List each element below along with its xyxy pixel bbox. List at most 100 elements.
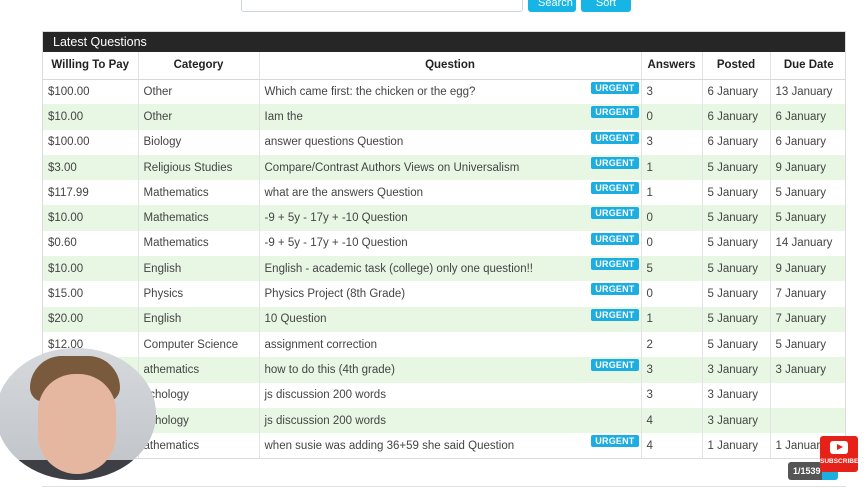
posted-cell: 5 January [702,154,771,181]
answers-cell: 1 [641,180,703,206]
table-row[interactable]: $10.00 Mathematics -9 + 5y - 17y + -10 Que… [43,205,845,231]
question-text[interactable]: how to do this (4th grade) [265,364,395,376]
category-cell: Physics [138,281,260,307]
answers-cell: 2 [641,331,703,358]
column-header-pay[interactable]: Willing To Pay [43,52,139,80]
answers-cell: 0 [641,230,703,257]
due-date-cell: 14 January [770,230,845,257]
table-row[interactable]: ychology js discussion 200 words 3 3 Januar… [43,382,845,408]
question-cell[interactable]: English - academic task (college) only o… [259,256,642,282]
pay-cell: $3.00 [43,154,139,181]
search-button[interactable]: Search [528,0,576,12]
question-cell[interactable]: -9 + 5y - 17y + -10 Question URGENT [259,205,642,231]
due-date-cell: 5 January [770,331,845,358]
urgent-badge: URGENT [591,182,639,195]
question-cell[interactable]: js discussion 200 words [259,407,642,434]
question-text[interactable]: Compare/Contrast Authors Views on Univer… [265,162,520,174]
due-date-cell: 13 January [770,79,845,105]
table-row[interactable]: $10.00 Other Iam the URGENT 0 6 January 6 Janu… [43,104,845,130]
answers-cell: 0 [641,281,703,307]
question-cell[interactable]: assignment correction [259,331,642,358]
subscribe-button[interactable]: SUBSCRIBE [820,436,858,472]
urgent-badge: URGENT [591,207,639,220]
question-text[interactable]: -9 + 5y - 17y + -10 Question [265,237,408,249]
question-text[interactable]: js discussion 200 words [265,389,386,401]
column-header-answers[interactable]: Answers [641,52,703,80]
due-date-cell: 3 January [770,357,845,383]
urgent-badge: URGENT [591,156,639,169]
question-text[interactable]: Which came first: the chicken or the egg… [265,86,476,98]
urgent-badge: URGENT [591,131,639,144]
pay-cell: $100.00 [43,129,139,155]
question-text[interactable]: js discussion 200 words [265,415,386,427]
question-cell[interactable]: Physics Project (8th Grade) URGENT [259,281,642,307]
question-cell[interactable]: js discussion 200 words [259,382,642,408]
table-row[interactable]: $100.00 Other Which came first: the chicke… [43,79,845,105]
question-text[interactable]: Physics Project (8th Grade) [265,288,406,300]
question-cell[interactable]: 10 Question URGENT [259,306,642,332]
posted-cell: 5 January [702,281,771,307]
pay-cell: $15.00 [43,281,139,307]
latest-questions-panel: Latest Questions Willing To Pay Category… [42,31,846,459]
urgent-badge: URGENT [591,232,639,245]
pay-cell: $0.60 [43,230,139,257]
question-text[interactable]: when susie was adding 36+59 she said Que… [265,440,515,452]
question-text[interactable]: what are the answers Question [265,187,424,199]
youtube-play-icon [830,441,848,454]
table-row[interactable]: $3.00 Religious Studies Compare/Contrast A… [43,154,845,181]
urgent-badge: URGENT [591,359,639,372]
urgent-badge: URGENT [591,308,639,321]
question-text[interactable]: English - academic task (college) only o… [265,263,533,275]
table-row[interactable]: $117.99 Mathematics what are the answers Q… [43,180,845,206]
sort-by-button[interactable]: Sort by [581,0,631,12]
question-cell[interactable]: when susie was adding 36+59 she said Que… [259,433,642,458]
table-row[interactable]: $0.60 Mathematics -9 + 5y - 17y + -10 Ques… [43,230,845,257]
category-cell: Mathematics [138,180,260,206]
category-cell: Mathematics [138,205,260,231]
answers-cell: 5 [641,256,703,282]
panel-bottom-divider [42,486,846,487]
category-cell: Other [138,79,260,105]
answers-cell: 0 [641,205,703,231]
column-header-due-date[interactable]: Due Date [770,52,845,80]
column-header-question[interactable]: Question [259,52,642,80]
table-row[interactable]: athematics when susie was adding 36+59 sh… [43,433,845,458]
posted-cell: 6 January [702,79,771,105]
due-date-cell: 5 January [770,205,845,231]
column-header-posted[interactable]: Posted [702,52,771,80]
answers-cell: 0 [641,104,703,130]
table-row[interactable]: $20.00 English 10 Question URGENT 1 5 January… [43,306,845,332]
question-cell[interactable]: what are the answers Question URGENT [259,180,642,206]
question-cell[interactable]: -9 + 5y - 17y + -10 Question URGENT [259,230,642,257]
table-row[interactable]: $15.00 Physics Physics Project (8th Grade)… [43,281,845,307]
table-row[interactable]: athematics how to do this (4th grade) URGE… [43,357,845,383]
question-text[interactable]: Iam the [265,111,303,123]
due-date-cell [770,407,845,434]
question-cell[interactable]: how to do this (4th grade) URGENT [259,357,642,383]
question-text[interactable]: 10 Question [265,313,327,325]
posted-cell: 3 January [702,357,771,383]
question-cell[interactable]: Compare/Contrast Authors Views on Univer… [259,154,642,181]
question-cell[interactable]: answer questions Question URGENT [259,129,642,155]
answers-cell: 4 [641,407,703,434]
posted-cell: 1 January [702,433,771,458]
column-header-category[interactable]: Category [138,52,260,80]
search-input[interactable] [241,0,523,12]
question-cell[interactable]: Iam the URGENT [259,104,642,130]
question-text[interactable]: assignment correction [265,339,378,351]
answers-cell: 3 [641,129,703,155]
table-row[interactable]: $10.00 English English - academic task (co… [43,256,845,282]
question-text[interactable]: answer questions Question [265,136,404,148]
question-cell[interactable]: Which came first: the chicken or the egg… [259,79,642,105]
category-cell: Other [138,104,260,130]
table-row[interactable]: $12.00 Computer Science assignment correct… [43,331,845,358]
posted-cell: 5 January [702,180,771,206]
answers-cell: 4 [641,433,703,458]
due-date-cell: 7 January [770,281,845,307]
question-text[interactable]: -9 + 5y - 17y + -10 Question [265,212,408,224]
urgent-badge: URGENT [591,283,639,296]
category-cell: ychology [138,407,260,434]
table-row[interactable]: $100.00 Biology answer questions Question U… [43,129,845,155]
table-row[interactable]: ychology js discussion 200 words 4 3 Januar… [43,407,845,434]
questions-table: Willing To Pay Category Question Answers… [43,52,845,458]
